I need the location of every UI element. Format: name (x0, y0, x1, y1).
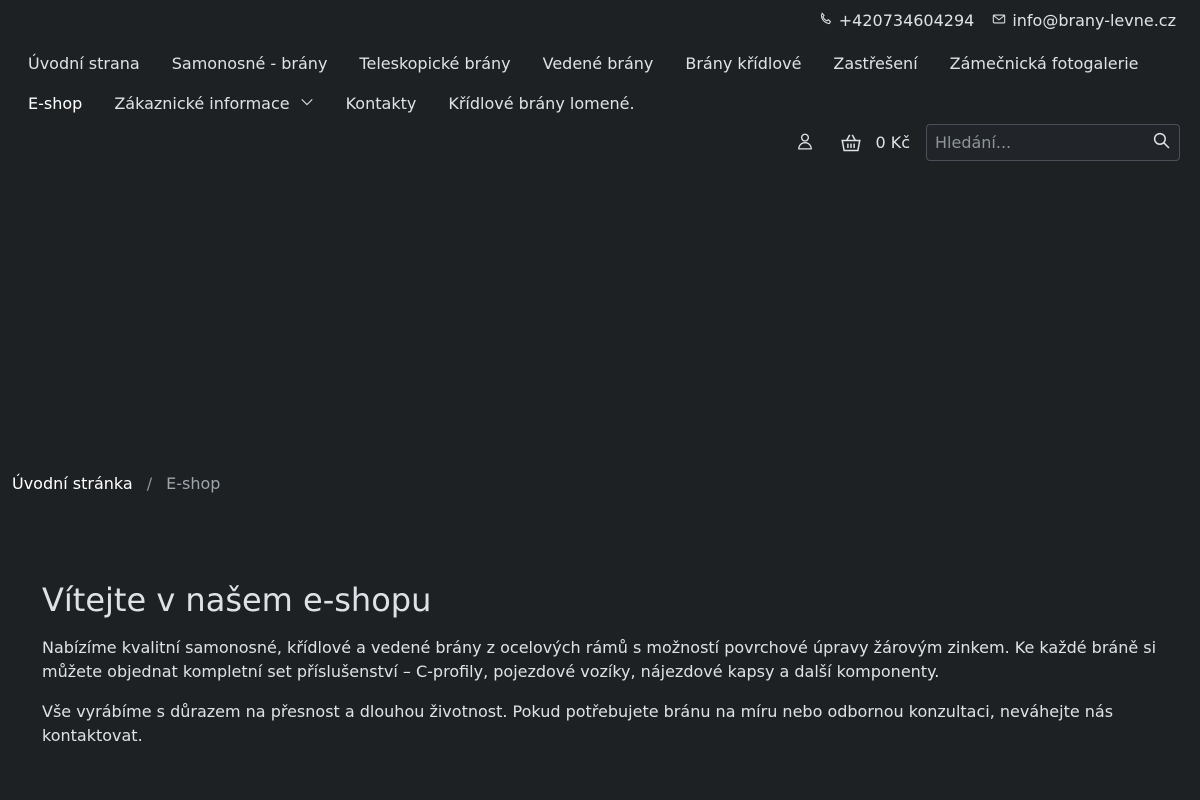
user-account-button[interactable] (795, 133, 815, 153)
cart-button[interactable]: 0 Kč (841, 133, 910, 153)
email-link[interactable]: info@brany-levne.cz (992, 11, 1176, 30)
nav-item-contacts[interactable]: Kontakty (330, 94, 433, 113)
breadcrumb-home[interactable]: Úvodní stránka (12, 474, 133, 493)
header-tools: 0 Kč (795, 124, 1180, 161)
search-button[interactable] (1151, 132, 1171, 153)
breadcrumb-separator: / (146, 474, 153, 493)
nav-item-photo-gallery[interactable]: Zámečnická fotogalerie (934, 54, 1155, 73)
nav-item-guided-gates[interactable]: Vedené brány (527, 54, 670, 73)
nav-item-self-supporting-gates[interactable]: Samonosné - brány (156, 54, 344, 73)
main-content: Vítejte v našem e-shopu Nabízíme kvalitn… (42, 578, 1172, 764)
intro-paragraph-1: Nabízíme kvalitní samonosné, křídlové a … (42, 638, 1157, 681)
chevron-down-icon (300, 94, 314, 113)
mail-icon (992, 11, 1006, 30)
email-address: info@brany-levne.cz (1012, 10, 1176, 30)
nav-item-customer-info-label: Zákaznické informace (114, 93, 290, 113)
nav-item-eshop[interactable]: E-shop (12, 94, 98, 113)
nav-item-telescopic-gates[interactable]: Teleskopické brány (343, 54, 526, 73)
nav-item-customer-info[interactable]: Zákaznické informace (98, 94, 329, 113)
basket-icon (841, 133, 862, 153)
search-input[interactable] (935, 133, 1151, 152)
phone-link[interactable]: +420734604294 (819, 10, 975, 30)
phone-number: +420734604294 (838, 10, 975, 30)
user-icon (796, 132, 814, 154)
nav-item-roofing[interactable]: Zastřešení (817, 54, 933, 73)
cart-total: 0 Kč (875, 133, 910, 152)
page-title: Vítejte v našem e-shopu (42, 581, 432, 619)
main-nav-row-1: Úvodní strana Samonosné - brány Teleskop… (12, 43, 1155, 83)
breadcrumb: Úvodní stránka / E-shop (12, 474, 220, 493)
intro-paragraph-2: Vše vyrábíme s důrazem na přesnost a dlo… (42, 702, 1114, 745)
nav-item-home[interactable]: Úvodní strana (12, 54, 156, 73)
phone-icon (819, 11, 833, 30)
search-box (926, 124, 1180, 161)
nav-item-swing-gates[interactable]: Brány křídlové (669, 54, 817, 73)
main-nav-row-2: E-shop Zákaznické informace Kontakty Kří… (12, 83, 651, 123)
top-contact-bar: +420734604294 info@brany-levne.cz (819, 8, 1176, 32)
search-icon (1153, 132, 1170, 153)
nav-item-broken-swing-gates[interactable]: Křídlové brány lomené. (432, 94, 650, 113)
breadcrumb-current: E-shop (166, 474, 221, 493)
